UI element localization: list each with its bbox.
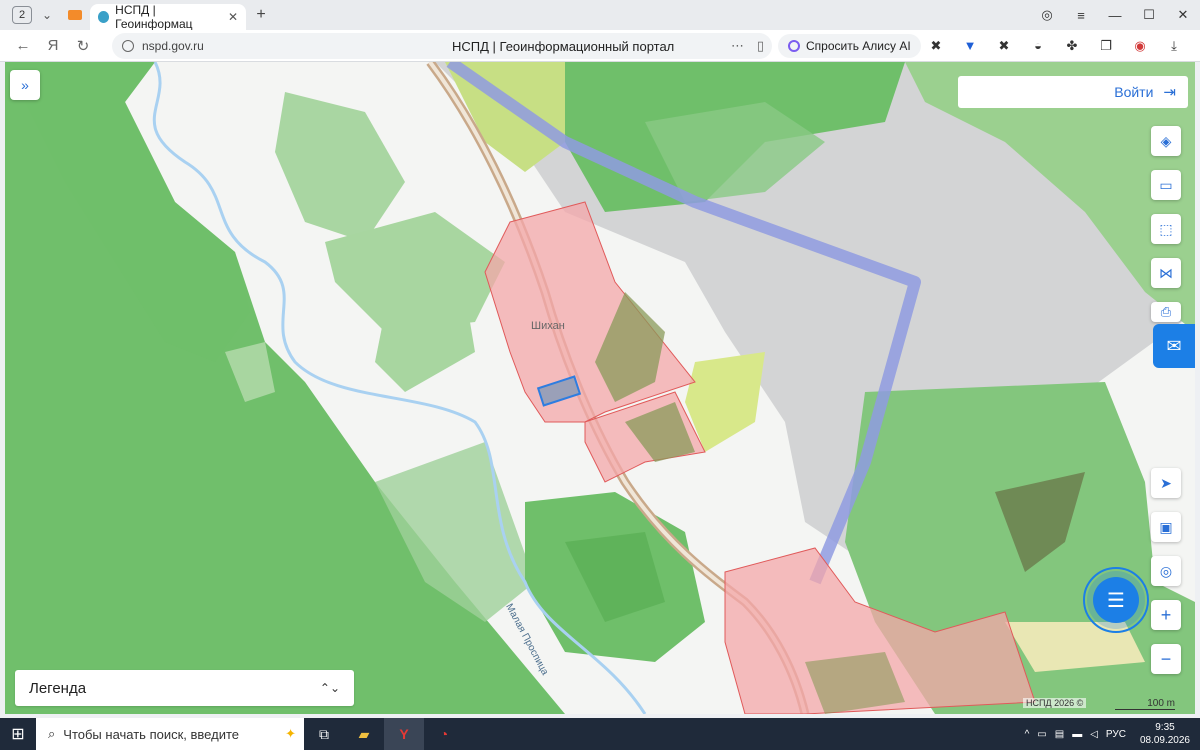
yandex-icon[interactable]: Я — [38, 37, 68, 54]
scale-bar: 100 m — [1115, 698, 1175, 710]
active-tab[interactable]: НСПД | Геоинформац ✕ — [90, 3, 246, 31]
locate-button[interactable]: ➤ — [1151, 468, 1181, 498]
geolocation-button[interactable]: ◎ — [1151, 556, 1181, 586]
windows-start-icon[interactable]: ⊞ — [0, 718, 36, 750]
puzzle-icon[interactable]: ✤ — [1064, 38, 1080, 54]
minimap-icon: ▣ — [1159, 518, 1173, 535]
maximize-button[interactable]: ☐ — [1132, 7, 1166, 23]
clock-time: 9:35 — [1155, 722, 1175, 733]
map-canvas[interactable]: Шихан Малая Проспица » Войти ⇥ ◈ ▭ ⬚ ⋈ ⎙… — [5, 62, 1195, 714]
back-button[interactable]: ← — [8, 37, 38, 54]
select-area-icon: ⬚ — [1159, 220, 1173, 237]
copyright: НСПД 2026 © — [1023, 698, 1087, 708]
search-icon: ⌕ — [48, 726, 56, 741]
volume-icon[interactable]: ◁ — [1090, 729, 1098, 740]
page-title: НСПД | Геоинформационный портал — [452, 38, 675, 54]
legend-label: Легенда — [29, 679, 87, 697]
alice-button[interactable]: Спросить Алису AI — [778, 34, 921, 58]
menu-icon[interactable]: ≡ — [1064, 8, 1098, 23]
share-button[interactable]: ⋈ — [1151, 258, 1181, 288]
bookmark-icon[interactable]: ▯ — [757, 38, 764, 54]
network-icon[interactable]: ▤ — [1055, 729, 1064, 740]
extension-icon[interactable]: ◉ — [1132, 38, 1148, 54]
system-tray: ^ ▭ ▤ ▬ ◁ РУС 9:35 08.09.2026 — [1017, 718, 1190, 750]
minimap-button[interactable]: ▣ — [1151, 512, 1181, 542]
tray-icon[interactable]: ▭ — [1037, 729, 1046, 740]
select-arrows-icon: ⌃⌄ — [319, 681, 340, 695]
plus-icon: + — [1160, 604, 1172, 625]
navigation-arrow-icon: ➤ — [1160, 474, 1172, 491]
extension-icon[interactable]: ✖ — [928, 38, 944, 54]
os-taskbar: ⊞ ⌕ Чтобы начать поиск, введите ✦ ⧉ ▰ Y … — [0, 718, 1200, 750]
print-button[interactable]: ⎙ — [1151, 302, 1181, 322]
chat-button[interactable]: ☰ — [1093, 577, 1139, 623]
active-tab-title: НСПД | Геоинформац — [115, 3, 193, 31]
ruler-icon: ▭ — [1159, 176, 1173, 193]
extension-icon[interactable]: ✖ — [996, 38, 1012, 54]
tab-count-badge[interactable]: 2 — [12, 6, 32, 24]
site-favicon-icon — [98, 11, 110, 23]
keyboard-language[interactable]: РУС — [1106, 729, 1126, 740]
login-label: Войти — [1114, 84, 1154, 100]
browser-toolbar: ← Я ↻ nspd.gov.ru НСПД | Геоинформационн… — [0, 30, 1200, 62]
site-info-icon[interactable] — [122, 40, 134, 52]
extension-icon[interactable]: ▼ — [962, 38, 978, 54]
place-label: Шихан — [531, 320, 565, 332]
taskbar-search-text: Чтобы начать поиск, введите — [63, 726, 240, 742]
expand-sidebar-button[interactable]: » — [10, 70, 40, 100]
close-tab-icon[interactable]: ✕ — [228, 10, 238, 24]
close-window-button[interactable]: ✕ — [1166, 7, 1200, 23]
feedback-button[interactable]: ✉ — [1153, 324, 1195, 368]
browser-tab-bar: 2 ⌄ НСПД | Геоинформац ✕ + ◎ ≡ — ☐ ✕ — [0, 0, 1200, 31]
yandex-browser-icon[interactable]: Y — [384, 718, 424, 750]
address-bar[interactable]: nspd.gov.ru НСПД | Геоинформационный пор… — [112, 33, 772, 59]
tray-chevron-icon[interactable]: ^ — [1025, 729, 1030, 740]
app-icon[interactable]: ◔ — [424, 718, 464, 750]
task-view-icon[interactable]: ⧉ — [304, 718, 344, 750]
reload-button[interactable]: ↻ — [68, 37, 98, 55]
print-icon: ⎙ — [1160, 304, 1172, 319]
map-svg — [5, 62, 1195, 714]
minimize-button[interactable]: — — [1098, 8, 1132, 23]
more-icon[interactable]: ⋯ — [731, 38, 744, 54]
downloads-icon[interactable]: ⤓ — [1166, 38, 1182, 54]
geolocation-icon: ◎ — [1159, 562, 1173, 579]
select-area-button[interactable]: ⬚ — [1151, 214, 1181, 244]
share-icon: ⋈ — [1159, 264, 1173, 281]
clock[interactable]: 9:35 08.09.2026 — [1140, 721, 1190, 747]
alice-label: Спросить Алису AI — [806, 39, 911, 53]
legend-select[interactable]: Легенда ⌃⌄ — [15, 670, 354, 706]
zoom-in-button[interactable]: + — [1151, 600, 1181, 630]
chat-icon: ☰ — [1107, 589, 1125, 612]
taskbar-search[interactable]: ⌕ Чтобы начать поиск, введите ✦ — [36, 718, 304, 750]
feedback-icon: ✉ — [1166, 335, 1182, 356]
layers-icon: ◈ — [1160, 132, 1172, 149]
window-controls: ◎ ≡ — ☐ ✕ — [1030, 0, 1200, 30]
extension-icon[interactable]: ◒ — [1030, 38, 1046, 54]
alice-icon — [788, 40, 800, 52]
new-tab-button[interactable]: + — [252, 6, 270, 24]
login-icon: ⇥ — [1163, 84, 1176, 101]
mail-tab-icon[interactable] — [68, 10, 83, 20]
tabs-dropdown-icon[interactable]: ⌄ — [42, 8, 52, 22]
clock-date: 08.09.2026 — [1139, 735, 1190, 746]
battery-icon[interactable]: ▬ — [1072, 729, 1082, 740]
measure-button[interactable]: ▭ — [1151, 170, 1181, 200]
url-text: nspd.gov.ru — [142, 39, 204, 53]
profile-icon[interactable]: ◎ — [1030, 7, 1064, 23]
file-explorer-icon[interactable]: ▰ — [344, 718, 384, 750]
collections-icon[interactable]: ❐ — [1098, 38, 1114, 54]
minus-icon: − — [1160, 648, 1172, 669]
sparkle-icon: ✦ — [285, 726, 296, 741]
layers-button[interactable]: ◈ — [1151, 126, 1181, 156]
zoom-out-button[interactable]: − — [1151, 644, 1181, 674]
login-button[interactable]: Войти ⇥ — [958, 76, 1188, 108]
